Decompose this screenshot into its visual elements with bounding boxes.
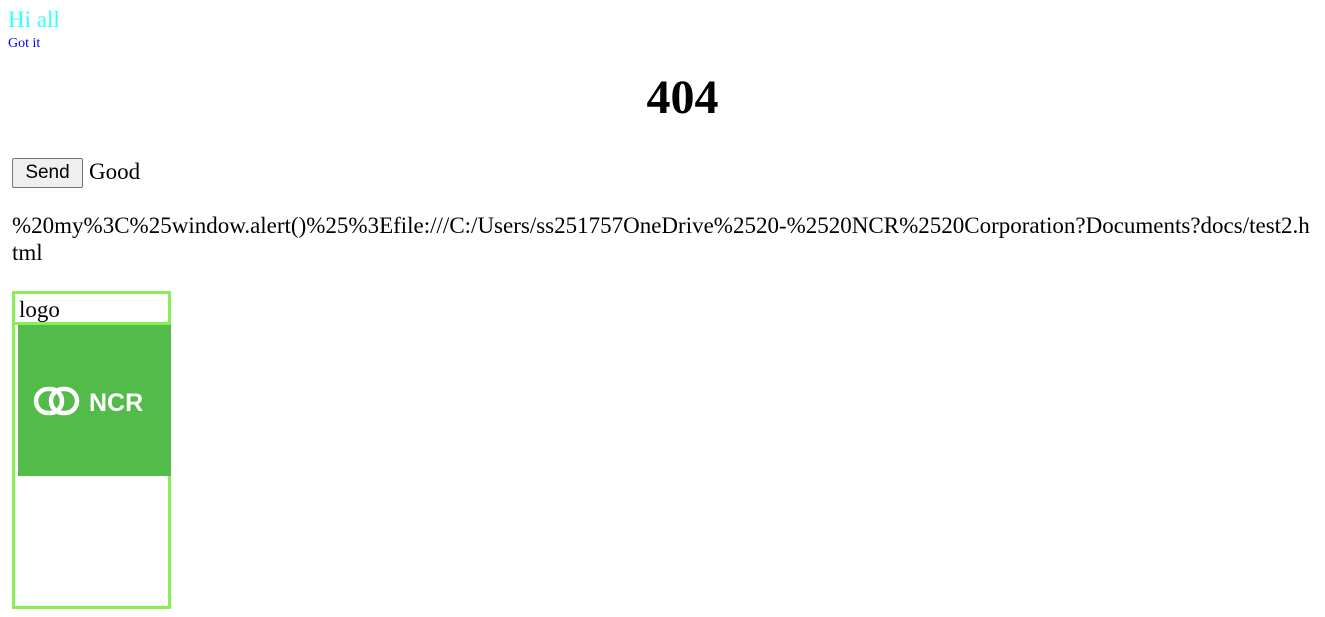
logo-frame: logo NCR [12,291,175,609]
send-button[interactable]: Send [12,158,83,188]
status-text: Good [89,159,141,184]
logo-frame-gap [171,476,175,480]
ncr-wordmark: NCR [89,389,143,417]
page: Hi all Got it 404 Send Good %20my%3C%25w… [0,0,1325,617]
file-path-text: %20my%3C%25window.alert()%25%3Efile:///C… [12,213,1310,265]
ncr-interlocked-rings-icon: NCR [33,386,143,417]
ncr-logo-image: NCR [18,325,171,476]
page-title: 404 [646,71,719,124]
logo-label: logo [19,297,60,322]
got-it-link[interactable]: Got it [8,36,40,52]
greeting-text: Hi all [8,7,60,32]
